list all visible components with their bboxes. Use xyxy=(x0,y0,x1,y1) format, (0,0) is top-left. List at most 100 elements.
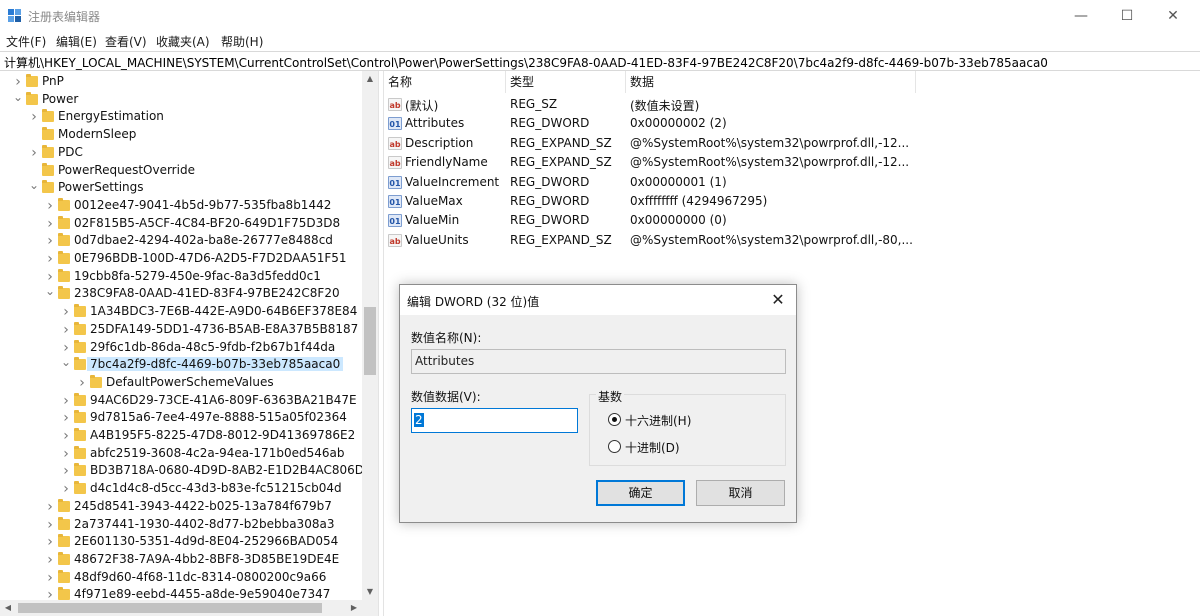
tree-item[interactable]: › DefaultPowerSchemeValues xyxy=(0,374,362,392)
scroll-right-arrow-icon[interactable]: ▶ xyxy=(346,600,362,616)
menu-view[interactable]: 查看(V) xyxy=(105,33,147,50)
tree-item[interactable]: ModernSleep xyxy=(0,126,362,144)
value-row[interactable]: 01 ValueMax REG_DWORD 0xffffffff (429496729… xyxy=(384,192,1200,211)
chevron-right-icon[interactable]: › xyxy=(45,500,55,514)
tree-item[interactable]: › 25DFA149-5DD1-4736-B5AB-E8A37B5B8187 xyxy=(0,321,362,339)
tree-item[interactable]: › BD3B718A-0680-4D9D-8AB2-E1D2B4AC806D xyxy=(0,462,364,480)
chevron-right-icon[interactable]: › xyxy=(45,252,55,266)
chevron-right-icon[interactable]: › xyxy=(13,75,23,89)
tree-item[interactable]: › 9d7815a6-7ee4-497e-8888-515a05f02364 xyxy=(0,409,362,427)
chevron-right-icon[interactable]: › xyxy=(45,270,55,284)
folder-icon xyxy=(58,251,70,264)
dialog-close-icon[interactable]: ✕ xyxy=(760,285,796,315)
radio-decimal[interactable] xyxy=(608,440,621,453)
chevron-right-icon[interactable]: › xyxy=(45,234,55,248)
tree-item[interactable]: › A4B195F5-8225-47D8-8012-9D41369786E2 xyxy=(0,427,362,445)
scroll-thumb-horizontal[interactable] xyxy=(18,603,322,613)
value-row[interactable]: ab ValueUnits REG_EXPAND_SZ @%SystemRoot%\s… xyxy=(384,231,1200,250)
chevron-right-icon[interactable]: › xyxy=(61,464,71,478)
menu-edit[interactable]: 编辑(E) xyxy=(56,33,97,50)
chevron-down-icon[interactable]: ⌄ xyxy=(61,355,71,369)
folder-icon xyxy=(74,321,86,335)
ok-button[interactable]: 确定 xyxy=(596,480,685,506)
value-row[interactable]: ab FriendlyName REG_EXPAND_SZ @%SystemRoot%… xyxy=(384,153,1200,172)
tree-item[interactable]: ⌄ PowerSettings xyxy=(0,178,362,197)
tree-item[interactable]: ⌄ 7bc4a2f9-d8fc-4469-b07b-33eb785aaca0 xyxy=(0,355,362,374)
chevron-right-icon[interactable]: › xyxy=(45,553,55,567)
scroll-down-arrow-icon[interactable]: ▼ xyxy=(362,584,378,600)
tree-item[interactable]: › 1A34BDC3-7E6B-442E-A9D0-64B6EF378E84 xyxy=(0,303,362,321)
value-row[interactable]: 01 Attributes REG_DWORD 0x00000002 (2) xyxy=(384,114,1200,133)
scroll-thumb[interactable] xyxy=(364,307,376,375)
column-header-data[interactable]: 数据 xyxy=(626,71,916,93)
scroll-up-arrow-icon[interactable]: ▲ xyxy=(362,71,378,87)
column-header-name[interactable]: 名称 xyxy=(384,71,506,93)
radio-hexadecimal-label[interactable]: 十六进制(H) xyxy=(625,412,691,429)
value-data-input[interactable]: 2 xyxy=(411,408,578,433)
chevron-right-icon[interactable] xyxy=(29,128,39,142)
tree-vertical-scrollbar[interactable]: ▲ ▼ xyxy=(362,71,378,600)
chevron-down-icon[interactable]: ⌄ xyxy=(29,178,39,192)
radio-hexadecimal[interactable] xyxy=(608,413,621,426)
value-row[interactable]: 01 ValueMin REG_DWORD 0x00000000 (0) xyxy=(384,211,1200,230)
tree-item[interactable]: › PnP xyxy=(0,73,362,91)
menu-favorites[interactable]: 收藏夹(A) xyxy=(156,33,210,50)
chevron-right-icon[interactable]: › xyxy=(77,376,87,390)
tree-item[interactable]: PowerRequestOverride xyxy=(0,162,362,180)
tree-item[interactable]: › PDC xyxy=(0,144,362,162)
tree-item[interactable]: › 0E796BDB-100D-47D6-A2D5-F7D2DAA51F51 xyxy=(0,250,362,268)
chevron-right-icon[interactable]: › xyxy=(61,429,71,443)
scroll-left-arrow-icon[interactable]: ◀ xyxy=(0,600,16,616)
key-tree[interactable]: › PnP ⌄ Power › EnergyEstimation ModernSleep › P… xyxy=(0,71,378,616)
chevron-right-icon[interactable]: › xyxy=(61,341,71,355)
tree-item[interactable]: › 0012ee47-9041-4b5d-9b77-535fba8b1442 xyxy=(0,197,362,215)
chevron-right-icon[interactable]: › xyxy=(61,447,71,461)
tree-item[interactable]: › 48672F38-7A9A-4bb2-8BF8-3D85BE19DE4E xyxy=(0,551,362,569)
chevron-right-icon[interactable] xyxy=(29,164,39,178)
tree-item[interactable]: › abfc2519-3608-4c2a-94ea-171b0ed546ab xyxy=(0,445,362,463)
tree-item[interactable]: › 02F815B5-A5CF-4C84-BF20-649D1F75D3D8 xyxy=(0,215,362,233)
minimize-button[interactable]: — xyxy=(1058,0,1104,31)
folder-icon xyxy=(74,410,86,424)
chevron-right-icon[interactable]: › xyxy=(61,323,71,337)
tree-item[interactable]: › d4c1d4c8-d5cc-43d3-b83e-fc51215cb04d xyxy=(0,480,362,498)
chevron-down-icon[interactable]: ⌄ xyxy=(13,90,23,104)
value-row[interactable]: 01 ValueIncrement REG_DWORD 0x00000001 (1) xyxy=(384,173,1200,192)
value-type: REG_EXPAND_SZ xyxy=(510,232,612,247)
chevron-right-icon[interactable]: › xyxy=(45,535,55,549)
tree-item[interactable]: › 48df9d60-4f68-11dc-8314-0800200c9a66 xyxy=(0,569,362,587)
value-row[interactable]: ab (默认) REG_SZ (数值未设置) xyxy=(384,95,1200,114)
tree-item[interactable]: › 2a737441-1930-4402-8d77-b2bebba308a3 xyxy=(0,516,362,534)
chevron-right-icon[interactable]: › xyxy=(45,518,55,532)
tree-item[interactable]: › 29f6c1db-86da-48c5-9fdb-f2b67b1f44da xyxy=(0,339,362,357)
tree-item[interactable]: › EnergyEstimation xyxy=(0,108,362,126)
tree-item[interactable]: › 0d7dbae2-4294-402a-ba8e-26777e8488cd xyxy=(0,232,362,250)
radio-decimal-label[interactable]: 十进制(D) xyxy=(625,439,680,456)
menu-file[interactable]: 文件(F) xyxy=(6,33,46,50)
address-path[interactable]: 计算机\HKEY_LOCAL_MACHINE\SYSTEM\CurrentCon… xyxy=(4,54,1048,71)
tree-horizontal-scrollbar[interactable]: ◀ ▶ xyxy=(0,600,362,616)
chevron-right-icon[interactable]: › xyxy=(61,411,71,425)
chevron-right-icon[interactable]: › xyxy=(29,146,39,160)
chevron-right-icon[interactable]: › xyxy=(61,394,71,408)
tree-item[interactable]: ⌄ 238C9FA8-0AAD-41ED-83F4-97BE242C8F20 xyxy=(0,284,362,303)
chevron-right-icon[interactable]: › xyxy=(45,571,55,585)
cancel-button[interactable]: 取消 xyxy=(696,480,785,506)
chevron-right-icon[interactable]: › xyxy=(45,199,55,213)
menu-help[interactable]: 帮助(H) xyxy=(221,33,263,50)
column-header-type[interactable]: 类型 xyxy=(506,71,626,93)
address-bar[interactable]: 计算机\HKEY_LOCAL_MACHINE\SYSTEM\CurrentCon… xyxy=(0,51,1200,71)
tree-item[interactable]: › 94AC6D29-73CE-41A6-809F-6363BA21B47E xyxy=(0,392,362,410)
tree-item[interactable]: › 2E601130-5351-4d9d-8E04-252966BAD054 xyxy=(0,533,362,551)
maximize-button[interactable]: ☐ xyxy=(1104,0,1150,31)
chevron-right-icon[interactable]: › xyxy=(61,482,71,496)
tree-item[interactable]: › 19cbb8fa-5279-450e-9fac-8a3d5fedd0c1 xyxy=(0,268,362,286)
chevron-right-icon[interactable]: › xyxy=(29,110,39,124)
chevron-right-icon[interactable]: › xyxy=(45,217,55,231)
chevron-right-icon[interactable]: › xyxy=(61,305,71,319)
value-row[interactable]: ab Description REG_EXPAND_SZ @%SystemRoot%\… xyxy=(384,134,1200,153)
close-button[interactable]: ✕ xyxy=(1150,0,1196,31)
chevron-down-icon[interactable]: ⌄ xyxy=(45,284,55,298)
tree-item[interactable]: › 245d8541-3943-4422-b025-13a784f679b7 xyxy=(0,498,362,516)
tree-item[interactable]: ⌄ Power xyxy=(0,90,362,109)
